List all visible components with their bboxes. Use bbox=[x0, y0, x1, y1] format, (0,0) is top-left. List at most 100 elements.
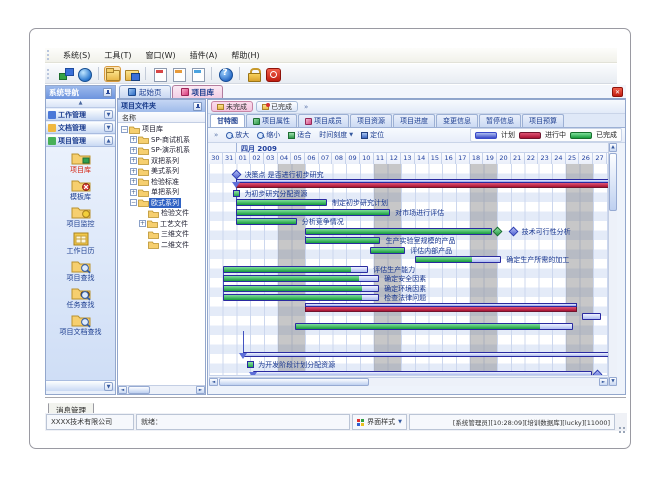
expand-icon[interactable]: + bbox=[130, 178, 137, 185]
detail-tab[interactable]: 项目进度 bbox=[393, 114, 435, 127]
gantt-task-bar[interactable] bbox=[223, 275, 379, 282]
doc-tab-lib[interactable]: 项目库 bbox=[172, 85, 224, 98]
scroll-thumb[interactable] bbox=[609, 153, 617, 211]
tree-node[interactable]: +美式系列 bbox=[118, 166, 205, 177]
sidebar-item-monitor[interactable]: 项目监控 bbox=[48, 204, 114, 229]
expand-icon[interactable]: + bbox=[130, 189, 137, 196]
filter-finished-button[interactable]: 已完成 bbox=[256, 101, 298, 112]
detail-tab[interactable]: 甘特图 bbox=[210, 114, 245, 127]
lock-icon[interactable] bbox=[246, 67, 261, 81]
collapse-icon[interactable]: − bbox=[130, 199, 137, 206]
mail-icon[interactable] bbox=[152, 67, 167, 81]
tree-node[interactable]: 二维文件 bbox=[118, 240, 205, 251]
menu-item[interactable]: 系统(S) bbox=[56, 49, 97, 62]
sidebar-section[interactable]: 项目管理▲ bbox=[46, 134, 115, 147]
gantt-milestone[interactable] bbox=[231, 170, 241, 180]
detail-tab[interactable]: 项目属性 bbox=[246, 114, 297, 127]
sidebar-item-docsearch[interactable]: 项目文档查找 bbox=[48, 312, 114, 337]
tree-node[interactable]: +SP-商试机系 bbox=[118, 135, 205, 146]
scroll-down-icon[interactable]: ▼ bbox=[609, 377, 617, 386]
sidebar-section[interactable]: 工作管理▼ bbox=[46, 108, 115, 121]
chevron-down-icon[interactable]: ▼ bbox=[104, 382, 113, 391]
gantt-inprogress-bar[interactable] bbox=[236, 179, 608, 188]
scroll-left-icon[interactable]: ◄ bbox=[209, 378, 218, 386]
gantt-tool-zoom-in[interactable]: 放大 bbox=[223, 129, 252, 141]
gantt-task-bar[interactable] bbox=[236, 199, 327, 206]
gantt-task-bar[interactable] bbox=[243, 352, 608, 357]
tree-node[interactable]: +工艺文件 bbox=[118, 219, 205, 230]
sidebar-section-partial[interactable]: ▼ bbox=[46, 380, 115, 391]
gantt-chart[interactable]: 决策点 是否进行初步研究为初步研究分配资源制定初步研究计划对市场进行评估分析竞争… bbox=[209, 164, 608, 376]
gantt-task-bar[interactable] bbox=[223, 294, 379, 301]
sidebar-section[interactable]: 文档管理▼ bbox=[46, 121, 115, 134]
help-icon[interactable] bbox=[218, 67, 233, 81]
gantt-task-bar[interactable] bbox=[415, 256, 501, 263]
chevron-down-icon[interactable]: ▼ bbox=[104, 110, 113, 119]
web-icon[interactable] bbox=[77, 67, 92, 81]
sidebar-collapse-handle[interactable]: ▲ bbox=[46, 99, 115, 108]
tree-node[interactable]: −项目库 bbox=[118, 124, 205, 135]
gantt-task-bar[interactable] bbox=[370, 247, 406, 254]
overflow-icon[interactable]: » bbox=[211, 131, 221, 139]
filter-unfinished-button[interactable]: 未完成 bbox=[211, 101, 253, 112]
tree-node[interactable]: 检验文件 bbox=[118, 208, 205, 219]
gantt-task-bar[interactable] bbox=[582, 313, 601, 320]
scroll-right-icon[interactable]: ► bbox=[599, 378, 608, 386]
sidebar-item-lib[interactable]: 项目库 bbox=[48, 150, 114, 175]
tree-node[interactable]: +单把系列 bbox=[118, 187, 205, 198]
overflow-icon[interactable]: » bbox=[301, 103, 311, 111]
gantt-milestone[interactable] bbox=[509, 227, 519, 237]
tree-node[interactable]: +检验标准 bbox=[118, 177, 205, 188]
sidebar-item-calendar[interactable]: 工作日历 bbox=[48, 231, 114, 256]
gantt-marker[interactable] bbox=[247, 361, 254, 368]
gantt-task-bar[interactable] bbox=[253, 371, 592, 376]
gantt-task-bar[interactable] bbox=[223, 266, 368, 273]
detail-tab[interactable]: 项目预算 bbox=[522, 114, 564, 127]
report-icon[interactable] bbox=[190, 67, 205, 81]
gantt-task-bar[interactable] bbox=[223, 285, 379, 292]
close-icon[interactable]: ✕ bbox=[612, 87, 623, 97]
expand-icon[interactable]: + bbox=[130, 168, 137, 175]
gantt-task-bar[interactable] bbox=[236, 218, 296, 225]
detail-tab[interactable]: 项目资源 bbox=[350, 114, 392, 127]
scroll-left-icon[interactable]: ◄ bbox=[118, 386, 127, 394]
gantt-tool-fit[interactable]: 适合 bbox=[285, 129, 314, 141]
gantt-tool-none[interactable]: 时间刻度▼ bbox=[316, 129, 356, 141]
schedule-icon[interactable] bbox=[171, 67, 186, 81]
tree-node[interactable]: 三维文件 bbox=[118, 229, 205, 240]
logout-icon[interactable] bbox=[265, 67, 280, 81]
detail-tab[interactable]: 暂停信息 bbox=[479, 114, 521, 127]
gantt-task-bar[interactable] bbox=[295, 323, 572, 330]
scroll-thumb[interactable] bbox=[219, 378, 369, 386]
sidebar-item-search[interactable]: 项目查找 bbox=[48, 258, 114, 283]
chevron-up-icon[interactable]: ▲ bbox=[104, 136, 113, 145]
scroll-up-icon[interactable]: ▲ bbox=[609, 143, 617, 152]
gantt-task-bar[interactable] bbox=[305, 237, 380, 244]
project-library-icon[interactable] bbox=[105, 67, 120, 81]
doc-tab-home[interactable]: 起始页 bbox=[119, 85, 171, 98]
menu-item[interactable]: 帮助(H) bbox=[224, 49, 266, 62]
tree-node[interactable]: +双把系列 bbox=[118, 156, 205, 167]
pin-icon[interactable] bbox=[193, 102, 202, 111]
resize-grip[interactable] bbox=[617, 414, 626, 430]
expand-icon[interactable]: + bbox=[130, 147, 137, 154]
collapse-icon[interactable]: − bbox=[121, 126, 128, 133]
sidebar-item-tasksearch[interactable]: 任务查找 bbox=[48, 285, 114, 310]
connect-icon[interactable] bbox=[58, 67, 73, 81]
tree-node[interactable]: −欧式系列 bbox=[118, 198, 205, 209]
gantt-tool-zoom-out[interactable]: 缩小 bbox=[254, 129, 283, 141]
expand-icon[interactable]: + bbox=[139, 220, 146, 227]
sidebar-item-tpl[interactable]: 模板库 bbox=[48, 177, 114, 202]
chevron-down-icon[interactable]: ▼ bbox=[104, 123, 113, 132]
interface-style-button[interactable]: 界面样式 ▼ bbox=[352, 414, 407, 430]
gantt-task-bar[interactable] bbox=[305, 228, 492, 235]
gantt-tool-locate[interactable]: 定位 bbox=[358, 129, 387, 141]
scroll-thumb[interactable] bbox=[128, 386, 150, 394]
expand-icon[interactable]: + bbox=[130, 157, 137, 164]
menu-item[interactable]: 窗口(W) bbox=[138, 49, 182, 62]
menu-item[interactable]: 工具(T) bbox=[97, 49, 138, 62]
expand-icon[interactable]: + bbox=[130, 136, 137, 143]
gantt-task-bar[interactable] bbox=[236, 209, 390, 216]
menu-item[interactable]: 插件(A) bbox=[183, 49, 225, 62]
scroll-right-icon[interactable]: ► bbox=[196, 386, 205, 394]
